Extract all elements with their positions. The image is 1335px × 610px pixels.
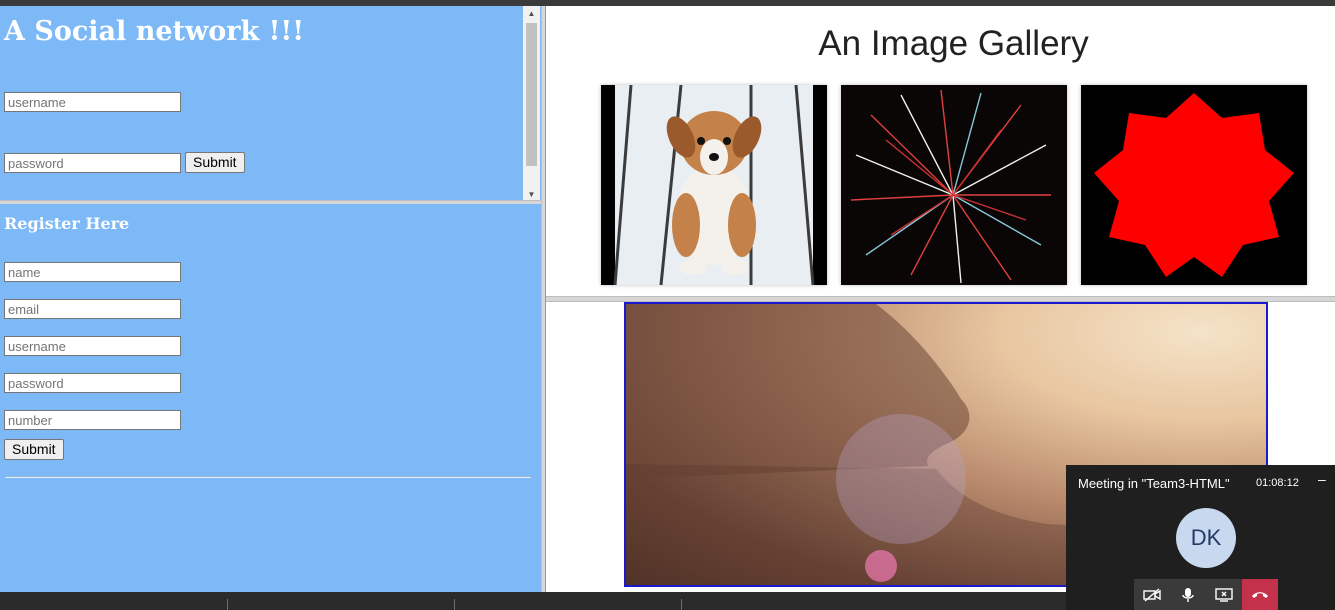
login-frame: A Social network !!! Submit ▲ ▼ — [0, 6, 541, 202]
avatar: DK — [1176, 508, 1236, 568]
fireworks-image[interactable] — [841, 85, 1067, 285]
login-submit-button[interactable]: Submit — [185, 152, 245, 173]
register-name-input[interactable] — [4, 262, 181, 282]
register-frame: Register Here Submit — [0, 204, 541, 592]
site-title: A Social network !!! — [4, 16, 305, 47]
meeting-title: Meeting in "Team3-HTML" — [1078, 476, 1230, 491]
meeting-popup[interactable]: Meeting in "Team3-HTML" 01:08:12 – DK — [1066, 465, 1335, 610]
taskbar-divider — [681, 599, 682, 610]
register-title: Register Here — [4, 214, 130, 233]
register-password-input[interactable] — [4, 373, 181, 393]
register-number-input[interactable] — [4, 410, 181, 430]
login-username-input[interactable] — [4, 92, 181, 112]
puppy-image[interactable] — [601, 85, 827, 285]
gallery-title: An Image Gallery — [818, 24, 1089, 63]
meeting-timer: 01:08:12 — [1256, 477, 1299, 489]
red-star-image[interactable] — [1081, 85, 1307, 285]
scroll-up-arrow-icon[interactable]: ▲ — [523, 6, 540, 21]
microphone-icon[interactable] — [1170, 579, 1206, 610]
horizontal-rule — [5, 476, 531, 478]
scroll-thumb[interactable] — [526, 23, 537, 166]
camera-off-icon[interactable] — [1134, 579, 1170, 610]
taskbar-divider — [454, 599, 455, 610]
hang-up-icon[interactable] — [1242, 579, 1278, 610]
register-submit-button[interactable]: Submit — [4, 439, 64, 460]
register-username-input[interactable] — [4, 336, 181, 356]
gallery-frame: An Image Gallery — [546, 6, 1335, 297]
taskbar-divider — [227, 599, 228, 610]
login-password-input[interactable] — [4, 153, 181, 173]
share-screen-icon[interactable] — [1206, 579, 1242, 610]
minimize-icon[interactable]: – — [1318, 471, 1326, 487]
register-email-input[interactable] — [4, 299, 181, 319]
login-scrollbar[interactable]: ▲ ▼ — [523, 6, 540, 202]
